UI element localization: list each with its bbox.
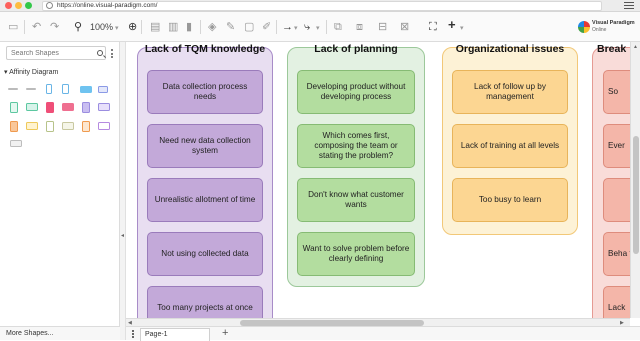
waypoint-style-icon[interactable]: ⤷: [304, 21, 310, 33]
sticky-note[interactable]: Lack of follow up by management: [452, 70, 568, 114]
align-icon[interactable]: ⧈: [356, 21, 363, 33]
tab-page-1[interactable]: Page-1: [140, 328, 210, 341]
waypoint-dropdown-icon[interactable]: ▾: [316, 23, 320, 35]
save-icon[interactable]: ▭: [8, 21, 18, 33]
connector-style-icon[interactable]: →: [282, 21, 293, 33]
beige-note-shape[interactable]: [62, 122, 74, 130]
minimize-window-button[interactable]: [15, 2, 22, 9]
vertical-scroll-thumb[interactable]: [633, 136, 639, 254]
close-window-button[interactable]: [5, 2, 12, 9]
sticky-note[interactable]: Data collection process needs: [147, 70, 263, 114]
scroll-up-icon[interactable]: ▲: [633, 44, 638, 50]
group-lack-of-tqm-knowledge[interactable]: Lack of TQM knowledge Data collection pr…: [137, 43, 273, 318]
undo-icon[interactable]: ↶: [32, 21, 41, 33]
zoom-search-icon[interactable]: ⚲: [74, 21, 82, 33]
peach-card-shape[interactable]: [82, 121, 90, 132]
violet-card-shape[interactable]: [82, 102, 90, 113]
paste-icon[interactable]: ▥: [168, 21, 178, 33]
pink-note-shape[interactable]: [62, 103, 74, 111]
grey-note-shape[interactable]: [10, 140, 22, 147]
teal-note-shape[interactable]: [26, 103, 38, 111]
group-lack-of-planning[interactable]: Lack of planning Developing product with…: [287, 43, 425, 287]
purple-outline-shape[interactable]: [98, 122, 110, 130]
olive-card-shape[interactable]: [46, 121, 54, 132]
visual-paradigm-logo: Visual Paradigm Online: [578, 18, 638, 38]
more-shapes-button[interactable]: More Shapes...: [0, 326, 120, 340]
shape-library-panel: ▾ Affinity Diagram More Shapes...: [0, 42, 120, 340]
group-title[interactable]: Organizational issues: [443, 43, 577, 55]
sticky-note[interactable]: Want to solve problem before clearly def…: [297, 232, 415, 276]
arrange-icon[interactable]: ⧉: [334, 21, 342, 33]
line-color-icon[interactable]: ✎: [226, 21, 235, 33]
dash-shape[interactable]: [26, 88, 36, 90]
zoom-dropdown-icon[interactable]: ▾: [115, 23, 119, 35]
sticky-note[interactable]: Too many projects at once: [147, 286, 263, 318]
mint-card-shape[interactable]: [10, 102, 18, 113]
sticky-note[interactable]: Too busy to learn: [452, 178, 568, 222]
line-shape[interactable]: [8, 88, 18, 90]
fill-color-icon[interactable]: ◈: [208, 21, 216, 33]
lavender-note-shape[interactable]: [98, 86, 108, 93]
shape-category-header[interactable]: ▾ Affinity Diagram: [4, 68, 58, 76]
copy-icon[interactable]: ▤: [150, 21, 160, 33]
delete-icon[interactable]: ▮: [186, 21, 192, 33]
page-tab-bar: Page-1 +: [126, 326, 640, 341]
group-icon[interactable]: ⊠: [400, 21, 409, 33]
browser-titlebar: https://online.visual-paradigm.com/: [0, 0, 640, 12]
redo-icon[interactable]: ↷: [50, 21, 59, 33]
horizontal-scrollbar[interactable]: ◀ ▶: [126, 318, 630, 326]
add-page-button[interactable]: +: [222, 327, 228, 340]
connector-dropdown-icon[interactable]: ▾: [294, 23, 298, 35]
zoom-in-icon[interactable]: ⊕: [128, 21, 137, 33]
collapse-panel-icon[interactable]: ◂: [121, 232, 124, 239]
orange-card-shape[interactable]: [10, 121, 18, 132]
distribute-icon[interactable]: ⊟: [378, 21, 387, 33]
violet-note-shape[interactable]: [98, 103, 110, 111]
vertical-scrollbar[interactable]: ▲: [630, 42, 640, 318]
more-options-icon[interactable]: [111, 49, 113, 59]
sticky-note[interactable]: Not using collected data: [147, 232, 263, 276]
category-label: Affinity Diagram: [9, 69, 59, 76]
search-icon[interactable]: [97, 50, 103, 56]
yellow-note-shape[interactable]: [26, 122, 38, 130]
group-organizational-issues[interactable]: Organizational issues Lack of follow up …: [442, 43, 578, 235]
sticky-note[interactable]: Need new data collection system: [147, 124, 263, 168]
blue-note-shape[interactable]: [80, 86, 92, 93]
zoom-level[interactable]: 100%: [90, 22, 113, 32]
page-info-icon[interactable]: [46, 2, 53, 9]
sticky-note[interactable]: Lack of training at all levels: [452, 124, 568, 168]
page-menu-icon[interactable]: [132, 330, 134, 338]
address-bar[interactable]: https://online.visual-paradigm.com/: [42, 1, 602, 11]
pink-card-shape[interactable]: [46, 102, 54, 113]
format-painter-icon[interactable]: ✐: [262, 21, 271, 33]
sticky-note[interactable]: Developing product without developing pr…: [297, 70, 415, 114]
blue-card-shape[interactable]: [46, 84, 52, 94]
sticky-note[interactable]: Unrealistic allotment of time: [147, 178, 263, 222]
maximize-window-button[interactable]: [25, 2, 32, 9]
group-title[interactable]: Lack of TQM knowledge: [138, 43, 272, 55]
insert-plus-icon[interactable]: +: [448, 18, 456, 31]
sticky-note[interactable]: Don't know what customer wants: [297, 178, 415, 222]
shadow-icon[interactable]: ▢: [244, 21, 254, 33]
group-title[interactable]: Lack of planning: [288, 43, 424, 55]
diagram-canvas[interactable]: Lack of TQM knowledge Data collection pr…: [126, 42, 640, 318]
insert-dropdown-icon[interactable]: ▾: [460, 23, 464, 35]
editor-toolbar: ▭ ↶ ↷ ⚲ 100% ▾ ⊕ ▤ ▥ ▮ ◈ ✎ ▢ ✐ → ▾ ⤷ ▾ ⧉…: [0, 12, 640, 42]
hamburger-menu-icon[interactable]: [624, 2, 634, 10]
fit-icon[interactable]: ⛶: [429, 21, 437, 33]
sticky-note[interactable]: Which comes first, composing the team or…: [297, 124, 415, 168]
search-shapes-input[interactable]: [6, 46, 106, 60]
blue-outline-shape[interactable]: [62, 84, 69, 94]
